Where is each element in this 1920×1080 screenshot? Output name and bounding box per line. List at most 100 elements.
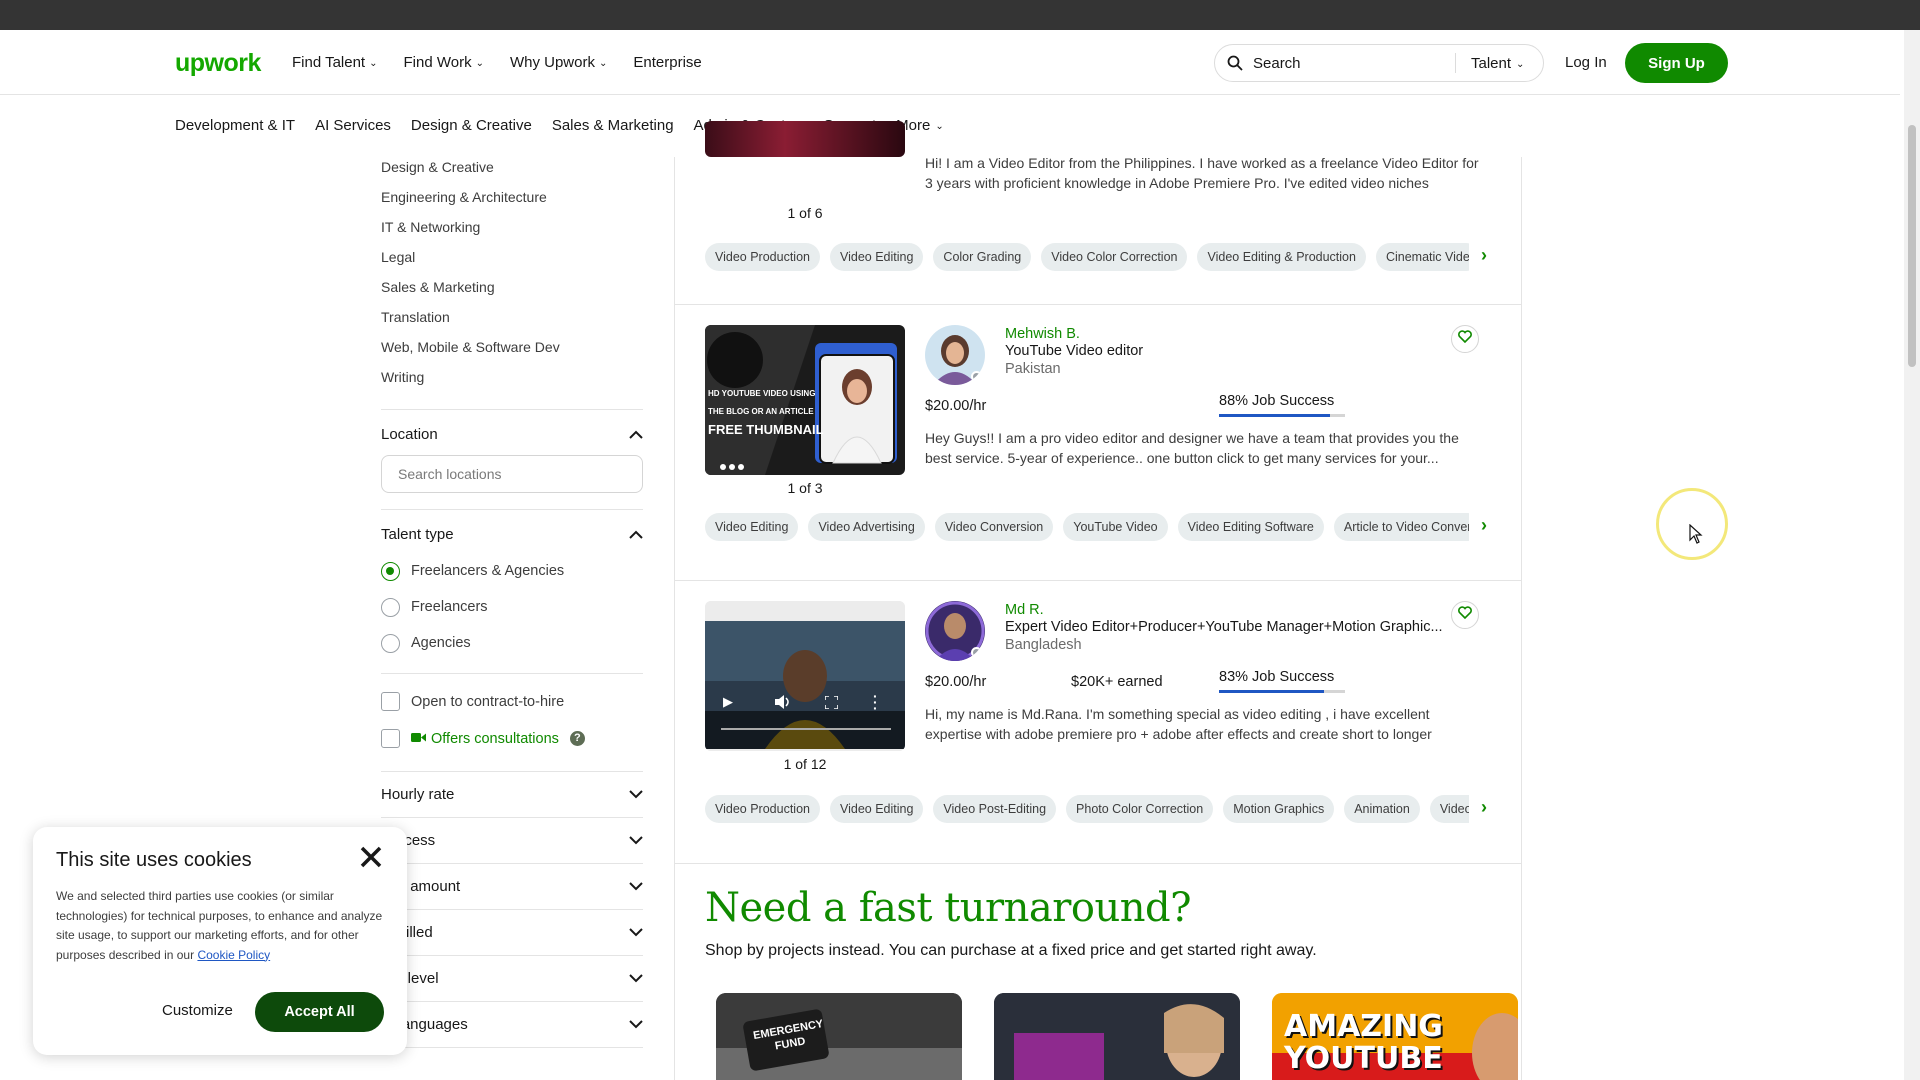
signup-button[interactable]: Sign Up — [1625, 43, 1728, 83]
filter-category-item[interactable]: Web, Mobile & Software Dev — [381, 337, 643, 367]
video-camera-icon — [411, 731, 426, 747]
talent-type-options: Freelancers & Agencies Freelancers Agenc… — [381, 553, 643, 661]
filter-category-item[interactable]: Writing — [381, 367, 643, 397]
chevron-down-icon: ⌄ — [935, 121, 944, 132]
job-success-fill — [1219, 690, 1324, 693]
search-divider — [1455, 53, 1456, 73]
talent-type-option[interactable]: Freelancers — [381, 589, 643, 625]
login-link[interactable]: Log In — [1565, 54, 1607, 71]
radio-selected[interactable] — [381, 561, 400, 581]
skill-tag[interactable]: Video Production — [705, 795, 820, 823]
save-freelancer-button[interactable] — [1451, 325, 1479, 353]
skill-tag[interactable]: Video Editing & Production — [1197, 243, 1366, 271]
location-search-input[interactable]: Search locations — [381, 455, 643, 493]
skill-tag[interactable]: Video I — [1429, 795, 1469, 823]
accordion-hourly-rate[interactable]: Hourly rate — [381, 772, 643, 818]
chevron-right-icon[interactable]: › — [1481, 515, 1487, 536]
skill-tag[interactable]: Video Editing — [829, 243, 924, 271]
skill-tag[interactable]: Video Color Correction — [1041, 243, 1188, 271]
location-filter-header[interactable]: Location — [381, 419, 643, 449]
filter-category-item[interactable]: Design & Creative — [381, 157, 643, 187]
more-options-icon[interactable]: · · · — [873, 689, 878, 715]
skill-tag[interactable]: Video Conversion — [934, 513, 1054, 541]
skill-tag[interactable]: YouTube Video — [1063, 513, 1168, 541]
play-icon[interactable]: ▶ — [723, 694, 733, 710]
avatar[interactable] — [925, 601, 985, 661]
freelancer-name[interactable]: Md R. — [1005, 602, 1044, 618]
portfolio-counter: 1 of 6 — [787, 205, 823, 221]
category-design-creative[interactable]: Design & Creative — [411, 117, 532, 134]
skill-tag[interactable]: Motion Graphics — [1223, 795, 1335, 823]
volume-icon[interactable] — [775, 695, 791, 714]
page-scrollbar[interactable] — [1904, 30, 1920, 1080]
scrollbar-thumb[interactable] — [1908, 125, 1916, 367]
skill-tag[interactable]: Video Post-Editing — [933, 795, 1057, 823]
talent-type-option[interactable]: Freelancers & Agencies — [381, 553, 643, 589]
talent-type-filter-header[interactable]: Talent type — [381, 519, 643, 549]
cookie-title: This site uses cookies — [56, 849, 252, 871]
checkbox[interactable] — [381, 729, 400, 748]
nav-find-work[interactable]: Find Work ⌄ — [404, 54, 484, 71]
filter-category-item[interactable]: Legal — [381, 247, 643, 277]
save-freelancer-button[interactable] — [1451, 601, 1479, 629]
filter-category-item[interactable]: Translation — [381, 307, 643, 337]
customize-button[interactable]: Customize — [162, 1002, 233, 1019]
nav-enterprise[interactable]: Enterprise — [633, 54, 701, 71]
skill-tag[interactable]: Animation — [1344, 795, 1420, 823]
search-type-select[interactable]: Talent ⌄ — [1471, 55, 1524, 72]
fullscreen-icon[interactable] — [824, 695, 839, 714]
close-icon[interactable] — [359, 845, 383, 874]
radio[interactable] — [381, 633, 400, 653]
avatar[interactable] — [925, 325, 985, 385]
filter-category-item[interactable]: IT & Networking — [381, 217, 643, 247]
radio[interactable] — [381, 597, 400, 617]
mouse-cursor-icon — [1689, 523, 1703, 549]
contract-to-hire-option[interactable]: Open to contract-to-hire — [381, 683, 643, 720]
skill-tag[interactable]: Article to Video Conver — [1333, 513, 1469, 541]
skill-tag[interactable]: Video Editing — [829, 795, 924, 823]
category-ai-services[interactable]: AI Services — [315, 117, 391, 134]
filter-category-item[interactable]: Sales & Marketing — [381, 277, 643, 307]
accordion-english-level[interactable]: lish level — [381, 956, 643, 1002]
promo-subheading: Shop by projects instead. You can purcha… — [705, 942, 1317, 959]
skill-tag[interactable]: Photo Color Correction — [1066, 795, 1214, 823]
skill-tag[interactable]: Video Advertising — [808, 513, 925, 541]
category-development-it[interactable]: Development & IT — [175, 117, 295, 134]
freelancer-name[interactable]: Mehwish B. — [1005, 326, 1080, 342]
project-card[interactable]: AMAZING YOUTUBE — [1272, 993, 1518, 1080]
search-input[interactable]: Search Talent ⌄ — [1214, 44, 1544, 82]
nav-why-upwork[interactable]: Why Upwork ⌄ — [510, 54, 607, 71]
project-card[interactable]: EMERGENCY FUND — [716, 993, 962, 1080]
skill-tag[interactable]: Video Editing Software — [1177, 513, 1324, 541]
skill-tag[interactable]: Cinematic Vide — [1375, 243, 1469, 271]
accordion-hours-billed[interactable]: rs billed — [381, 910, 643, 956]
accordion-job-success[interactable]: success — [381, 818, 643, 864]
skill-tag[interactable]: Color Grading — [933, 243, 1032, 271]
help-icon[interactable]: ? — [569, 731, 585, 746]
filter-category-item[interactable]: Engineering & Architecture — [381, 187, 643, 217]
chevron-right-icon[interactable]: › — [1481, 797, 1487, 818]
chevron-up-icon — [629, 526, 643, 543]
offers-consultations-option[interactable]: Offers consultations ? — [381, 720, 643, 757]
portfolio-video-thumbnail[interactable]: ▶ · · · — [705, 601, 905, 751]
freelancer-title: Expert Video Editor+Producer+YouTube Man… — [1005, 619, 1443, 635]
freelancer-description: Hi! I am a Video Editor from the Philipp… — [925, 155, 1479, 191]
accordion-earned-amount[interactable]: ned amount — [381, 864, 643, 910]
nav-find-talent[interactable]: Find Talent ⌄ — [292, 54, 378, 71]
category-sales-marketing[interactable]: Sales & Marketing — [552, 117, 674, 134]
accept-all-button[interactable]: Accept All — [255, 992, 384, 1032]
chevron-right-icon[interactable]: › — [1481, 245, 1487, 266]
accordion-other-languages[interactable]: er languages — [381, 1002, 643, 1048]
portfolio-thumbnail[interactable]: HD YOUTUBE VIDEO USING THE BLOG OR AN AR… — [705, 325, 905, 475]
cookie-policy-link[interactable]: Cookie Policy — [197, 948, 270, 962]
browser-top-bar — [0, 0, 1920, 30]
project-card[interactable] — [994, 993, 1240, 1080]
skill-tag[interactable]: Video Editing — [705, 513, 799, 541]
cookie-banner: This site uses cookies We and selected t… — [33, 827, 407, 1055]
talent-type-option[interactable]: Agencies — [381, 625, 643, 661]
portfolio-thumbnail[interactable] — [705, 121, 905, 157]
upwork-logo[interactable]: upwork — [175, 49, 261, 78]
skill-tag[interactable]: Video Production — [705, 243, 820, 271]
divider — [381, 673, 643, 674]
checkbox[interactable] — [381, 692, 400, 711]
